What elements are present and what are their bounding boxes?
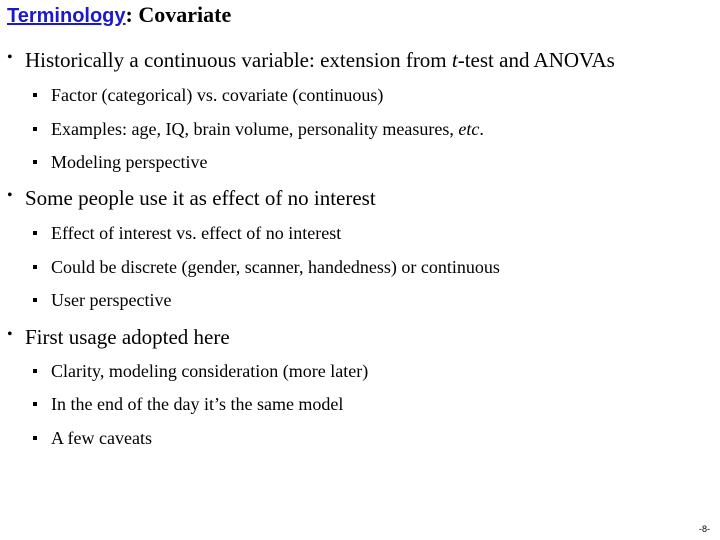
bullet-level2: Clarity, modeling consideration (more la…: [33, 361, 368, 382]
page-number: -8-: [699, 524, 710, 534]
bullet-level2: In the end of the day it’s the same mode…: [33, 394, 343, 415]
bullet-dot-icon: •: [7, 187, 13, 204]
title-main: Covariate: [132, 2, 232, 27]
square-bullet-icon: [33, 264, 37, 269]
square-bullet-icon: [33, 297, 37, 302]
bullet-level1: • First usage adopted here: [7, 325, 230, 349]
bullet-level2: Examples: age, IQ, brain volume, persona…: [33, 119, 484, 140]
bullet-dot-icon: •: [7, 326, 13, 343]
square-bullet-icon: [33, 401, 37, 406]
slide-title: Terminology: Covariate: [7, 2, 231, 28]
bullet-level1: • Historically a continuous variable: ext…: [7, 48, 615, 72]
bullet-level2: Could be discrete (gender, scanner, hand…: [33, 257, 500, 278]
square-bullet-icon: [33, 159, 37, 164]
square-bullet-icon: [33, 368, 37, 373]
square-bullet-icon: [33, 92, 37, 97]
bullet-level2: Effect of interest vs. effect of no inte…: [33, 223, 341, 244]
bullet-level2: Modeling perspective: [33, 152, 207, 173]
square-bullet-icon: [33, 230, 37, 235]
bullet-level2: User perspective: [33, 290, 171, 311]
square-bullet-icon: [33, 435, 37, 440]
terminology-link[interactable]: Terminology: [7, 5, 126, 27]
square-bullet-icon: [33, 126, 37, 131]
bullet-dot-icon: •: [7, 49, 13, 66]
bullet-level1: • Some people use it as effect of no inte…: [7, 186, 376, 210]
bullet-level2: Factor (categorical) vs. covariate (cont…: [33, 85, 383, 106]
title-colon: :: [125, 2, 133, 27]
bullet-level2: A few caveats: [33, 428, 152, 449]
